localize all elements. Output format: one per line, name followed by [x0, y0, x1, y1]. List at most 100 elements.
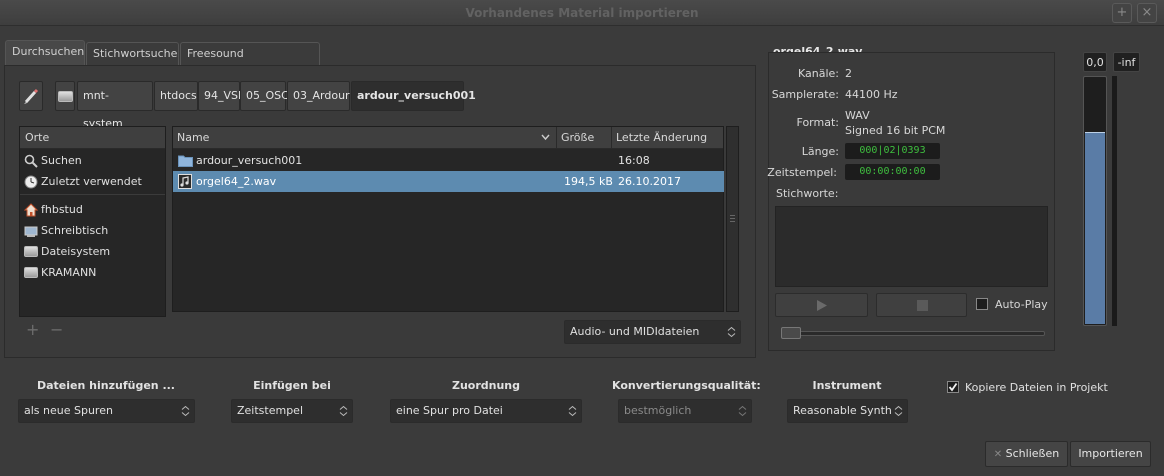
mapping-select[interactable]: eine Spur pro Datei — [390, 399, 582, 423]
search-icon — [24, 154, 38, 168]
format-value-1: WAV — [845, 109, 870, 122]
path-htdocs[interactable]: htdocs — [154, 81, 198, 111]
play-button[interactable] — [775, 293, 868, 317]
place-desktop[interactable]: Schreibtisch — [20, 220, 165, 241]
column-name-label: Name — [177, 131, 210, 144]
close-button[interactable]: ✕ Schließen — [985, 441, 1068, 467]
path-94-vsi[interactable]: 94_VSI — [198, 81, 241, 111]
folder-icon — [178, 155, 193, 167]
conversion-quality-label: Konvertierungsqualität: — [612, 379, 761, 392]
file-list: Name Größe Letzte Änderung ardour_versuc… — [172, 126, 724, 312]
instrument-select[interactable]: Reasonable Synth — [787, 399, 908, 423]
meter-scale-bar — [1112, 76, 1117, 326]
clock-icon — [24, 175, 38, 188]
place-label: Zuletzt verwendet — [41, 175, 142, 188]
file-modified: 26.10.2017 — [618, 175, 681, 188]
drive-icon — [24, 267, 38, 278]
window-plus-button[interactable]: + — [1112, 3, 1132, 23]
updown-icon — [181, 405, 190, 417]
peak-display[interactable]: 0,0 — [1083, 52, 1107, 72]
add-files-label: Dateien hinzufügen ... — [37, 379, 175, 392]
file-size: 194,5 kB — [564, 175, 613, 188]
file-name: ardour_versuch001 — [196, 154, 303, 167]
drive-icon — [24, 246, 38, 257]
desktop-icon — [24, 226, 38, 237]
tab-durchsuchen[interactable]: Durchsuchen — [5, 40, 85, 66]
path-05-osc[interactable]: 05_OSC — [240, 81, 289, 111]
autoplay-checkbox[interactable] — [976, 298, 988, 310]
path-03-ardour[interactable]: 03_Ardour — [287, 81, 350, 111]
place-home[interactable]: fhbstud — [20, 199, 165, 220]
places-divider — [20, 194, 165, 195]
mapping-value: eine Spur pro Datei — [396, 404, 503, 417]
close-icon: ✕ — [993, 449, 1003, 460]
timestamp-clock: 00:00:00:00 — [845, 164, 940, 180]
close-button-label: Schließen — [1005, 447, 1060, 460]
add-place-button[interactable]: + — [26, 320, 39, 339]
tags-label: Stichworte: — [776, 187, 839, 200]
remove-place-button[interactable]: − — [50, 320, 63, 339]
window-close-button[interactable]: × — [1137, 3, 1157, 23]
channels-value: 2 — [845, 67, 852, 80]
seek-slider-handle[interactable] — [781, 327, 801, 339]
place-search[interactable]: Suchen — [20, 150, 165, 171]
insert-at-label: Einfügen bei — [253, 379, 331, 392]
pencil-icon — [24, 88, 39, 104]
file-filter-select[interactable]: Audio- und MIDIdateien — [564, 320, 741, 344]
tags-textarea[interactable] — [775, 206, 1048, 287]
seek-slider[interactable] — [781, 331, 1045, 336]
place-label: fhbstud — [41, 203, 83, 216]
timestamp-label: Zeitstempel: — [767, 166, 837, 179]
channels-label: Kanäle: — [797, 67, 839, 80]
stop-icon — [917, 300, 928, 311]
insert-at-select[interactable]: Zeitstempel — [231, 399, 353, 423]
file-filter-value: Audio- und MIDIdateien — [570, 325, 700, 338]
location-edit-button[interactable] — [19, 81, 43, 111]
play-icon — [817, 300, 827, 311]
format-value-2: Signed 16 bit PCM — [845, 124, 946, 137]
places-sidebar: Orte Suchen Zuletzt verwendet fhbstud Sc… — [19, 126, 166, 317]
place-recent[interactable]: Zuletzt verwendet — [20, 171, 165, 192]
file-list-scrollbar[interactable] — [726, 126, 739, 312]
path-root-drive-button[interactable] — [55, 81, 75, 111]
copy-files-checkbox[interactable] — [947, 381, 959, 393]
tab-freesound[interactable]: Freesound durchsuchen — [180, 42, 320, 82]
path-ardour-versuch001[interactable]: ardour_versuch001 — [351, 81, 476, 111]
conversion-quality-value: bestmöglich — [624, 404, 692, 417]
level-meter[interactable] — [1083, 76, 1107, 326]
places-header[interactable]: Orte — [20, 127, 165, 149]
place-label: Suchen — [41, 154, 82, 167]
stop-button[interactable] — [876, 293, 967, 317]
column-name[interactable]: Name — [173, 127, 557, 149]
place-kramann[interactable]: KRAMANN — [20, 262, 165, 283]
home-icon — [24, 202, 38, 216]
path-mnt-system[interactable]: mnt-system — [77, 81, 153, 130]
column-modified[interactable]: Letzte Änderung — [612, 127, 725, 149]
instrument-label: Instrument — [812, 379, 882, 392]
updown-icon — [339, 405, 348, 417]
column-size[interactable]: Größe — [557, 127, 612, 149]
place-filesystem[interactable]: Dateisystem — [20, 241, 165, 262]
updown-icon — [568, 405, 577, 417]
file-row-folder[interactable]: ardour_versuch001 16:08 — [173, 150, 724, 171]
tab-stichwortsuche[interactable]: Stichwortsuche — [86, 42, 179, 66]
chevron-down-icon — [541, 134, 550, 141]
samplerate-value: 44100 Hz — [845, 88, 898, 101]
inf-display: -inf — [1113, 52, 1140, 72]
place-label: Dateisystem — [41, 245, 111, 258]
add-files-select[interactable]: als neue Spuren — [18, 399, 195, 423]
add-files-value: als neue Spuren — [24, 404, 113, 417]
file-row-audio[interactable]: orgel64_2.wav 194,5 kB 26.10.2017 — [173, 171, 724, 192]
autoplay-label: Auto-Play — [995, 298, 1048, 311]
updown-icon — [894, 405, 903, 417]
place-label: Schreibtisch — [41, 224, 109, 237]
conversion-quality-select[interactable]: bestmöglich — [618, 399, 752, 423]
checkmark-icon — [948, 382, 958, 392]
copy-files-label: Kopiere Dateien in Projekt — [965, 381, 1108, 394]
instrument-value: Reasonable Synth — [793, 404, 892, 417]
updown-icon — [738, 405, 747, 417]
import-button[interactable]: Importieren — [1070, 441, 1151, 467]
samplerate-label: Samplerate: — [771, 88, 839, 101]
level-meter-fill — [1085, 132, 1105, 324]
updown-icon — [727, 326, 736, 338]
